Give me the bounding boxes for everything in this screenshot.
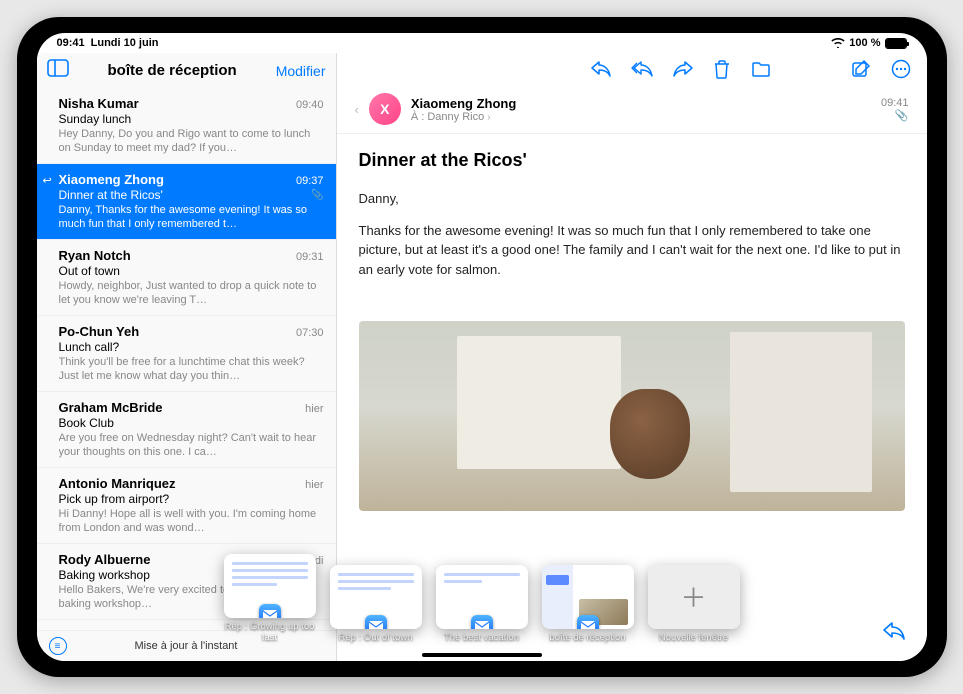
message-item[interactable]: Antonio Manriquez hier Pick up from airpo… [37,468,336,544]
window-thumbnail [330,565,422,629]
status-bar: 09:41 Lundi 10 juin 100 % [37,33,927,53]
to-line[interactable]: À : Danny Rico › [411,111,516,123]
msg-preview: Hey Danny, Do you and Rigo want to come … [59,127,324,155]
msg-time: 09:40 [296,99,324,111]
shelf-new-window[interactable]: ＋ Nouvelle fenêtre [648,565,740,643]
chevron-left-icon: ‹ [355,102,359,117]
mail-app-icon [471,615,493,629]
shelf-window[interactable]: Rép : Growing up too fast [224,554,316,643]
shelf-label: Rép : Growing up too fast [224,622,316,643]
from-name: Xiaomeng Zhong [411,96,516,111]
msg-subject: Out of town [59,264,324,278]
msg-time: 07:30 [296,327,324,339]
greeting: Danny, [359,189,905,209]
forward-button[interactable] [673,61,693,77]
reply-all-button[interactable] [631,61,653,77]
reply-fab-button[interactable] [883,622,905,645]
body-text: Thanks for the awesome evening! It was s… [359,221,905,280]
message-item[interactable]: Ryan Notch 09:31 Out of town Howdy, neigh… [37,240,336,316]
reply-button[interactable] [591,61,611,77]
shelf-window[interactable]: boîte de réception [542,565,634,643]
msg-subject: Dinner at the Ricos' [59,188,324,202]
window-thumbnail [542,565,634,629]
window-thumbnail [224,554,316,618]
msg-time: hier [305,479,323,491]
app-shelf[interactable]: Rép : Growing up too fast Rép : Out of t… [224,554,740,643]
avatar[interactable]: X [369,93,401,125]
filter-icon[interactable]: ≡ [49,637,67,655]
move-button[interactable] [751,61,771,77]
sync-status: Mise à jour à l'instant [135,640,238,652]
shelf-window[interactable]: The best vacation [436,565,528,643]
sidebar-toggle-button[interactable] [47,59,69,82]
sender: Antonio Manriquez [59,476,176,491]
sender: Ryan Notch [59,248,131,263]
plus-icon: ＋ [648,565,740,629]
shelf-label: Nouvelle fenêtre [659,633,728,643]
msg-subject: Sunday lunch [59,112,324,126]
edit-button[interactable]: Modifier [276,63,326,79]
sender: Graham McBride [59,400,163,415]
message-body[interactable]: Dinner at the Ricos' Danny, Thanks for t… [337,134,927,307]
shelf-window[interactable]: Rép : Out of town [330,565,422,643]
attached-photo[interactable] [359,321,905,511]
wifi-icon [831,38,845,48]
message-subject: Dinner at the Ricos' [359,150,905,171]
attachment-icon: 📎 [881,109,909,122]
msg-preview: Danny, Thanks for the awesome evening! I… [59,203,324,231]
sidebar-title: boîte de réception [108,62,237,79]
battery-icon [885,38,907,49]
shelf-label: Rép : Out of town [339,633,413,643]
ipad-frame: 09:41 Lundi 10 juin 100 % ••• boîte de r… [17,17,947,677]
message-list[interactable]: Nisha Kumar 09:40 Sunday lunch Hey Danny,… [37,88,336,630]
message-item[interactable]: Po-Chun Yeh 07:30 Lunch call? Think you'l… [37,316,336,392]
msg-subject: Lunch call? [59,340,324,354]
replied-icon: ↩ [43,174,52,187]
msg-subject: Book Club [59,416,324,430]
screen: 09:41 Lundi 10 juin 100 % ••• boîte de r… [37,33,927,661]
more-button[interactable] [891,59,911,79]
shelf-label: boîte de réception [549,633,625,643]
msg-time: 09:31 [296,251,324,263]
attachment-icon: 📎 [311,190,323,201]
reader-time: 09:41 [881,97,909,109]
status-date: Lundi 10 juin [91,37,159,49]
msg-preview: Hi Danny! Hope all is well with you. I'm… [59,507,324,535]
message-item[interactable]: Graham McBride hier Book Club Are you fre… [37,392,336,468]
message-item-selected[interactable]: ↩ 📎 Xiaomeng Zhong 09:37 Dinner at the Ri… [37,164,336,240]
message-header[interactable]: ‹ X Xiaomeng Zhong À : Danny Rico › 09:4… [337,85,927,134]
reader-toolbar [337,53,927,85]
sender: Xiaomeng Zhong [59,172,164,187]
chevron-right-icon: › [487,112,490,123]
msg-preview: Howdy, neighbor, Just wanted to drop a q… [59,279,324,307]
mail-app-icon [577,615,599,629]
msg-subject: Pick up from airport? [59,492,324,506]
sender: Rody Albuerne [59,552,151,567]
msg-preview: Are you free on Wednesday night? Can't w… [59,431,324,459]
compose-button[interactable] [851,59,871,79]
sender: Po-Chun Yeh [59,324,140,339]
msg-preview: Think you'll be free for a lunchtime cha… [59,355,324,383]
msg-time: hier [305,403,323,415]
message-item[interactable]: Nisha Kumar 09:40 Sunday lunch Hey Danny,… [37,88,336,164]
mail-app-icon [259,604,281,618]
shelf-label: The best vacation [444,633,519,643]
sender: Nisha Kumar [59,96,139,111]
status-time: 09:41 [57,37,85,49]
home-indicator[interactable] [422,653,542,657]
status-battery-pct: 100 % [849,37,880,49]
msg-time: 09:37 [296,175,324,187]
mail-app-icon [365,615,387,629]
trash-button[interactable] [713,59,731,79]
window-thumbnail [436,565,528,629]
